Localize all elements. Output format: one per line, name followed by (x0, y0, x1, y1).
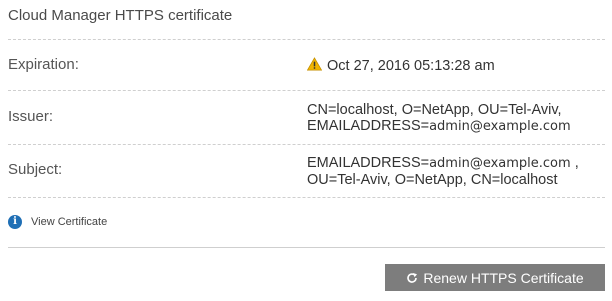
expiration-label: Expiration: (8, 56, 79, 73)
divider (8, 197, 605, 198)
subject-label: Subject: (8, 161, 63, 178)
warning-icon (307, 57, 322, 71)
renew-button-label: Renew HTTPS Certificate (423, 269, 584, 286)
panel-title: Cloud Manager HTTPS certificate (8, 7, 233, 24)
view-certificate-label: View Certificate (31, 216, 108, 228)
subject-value: EMAILADDRESS=admin@example.com , OU=Tel-… (307, 155, 579, 188)
https-certificate-panel: Cloud Manager HTTPS certificate Expirati… (0, 0, 612, 301)
subject-line-1-suffix: , (570, 155, 579, 171)
issuer-email: admin@example.com (429, 119, 571, 134)
divider (8, 144, 605, 145)
renew-https-certificate-button[interactable]: Renew HTTPS Certificate (385, 264, 605, 291)
subject-line-2: OU=Tel-Aviv, O=NetApp, CN=localhost (307, 172, 558, 188)
expiration-value: Oct 27, 2016 05:13:28 am (327, 58, 495, 74)
issuer-value: CN=localhost, O=NetApp, OU=Tel-Aviv, EMA… (307, 102, 571, 135)
subject-line-1: EMAILADDRESS=admin@example.com , (307, 155, 579, 172)
subject-email-prefix: EMAILADDRESS= (307, 155, 430, 171)
expiration-value-wrap: Oct 27, 2016 05:13:28 am (307, 57, 495, 74)
subject-email: admin@example.com (429, 156, 571, 171)
divider (8, 39, 605, 40)
issuer-label: Issuer: (8, 108, 54, 125)
issuer-line-1: CN=localhost, O=NetApp, OU=Tel-Aviv, (307, 102, 562, 118)
divider (8, 247, 605, 248)
issuer-line-2: EMAILADDRESS=admin@example.com (307, 118, 571, 135)
issuer-email-prefix: EMAILADDRESS= (307, 118, 430, 134)
view-certificate-link[interactable]: i View Certificate (8, 215, 107, 229)
info-icon: i (8, 215, 22, 229)
divider (8, 90, 605, 91)
refresh-icon (407, 272, 418, 283)
